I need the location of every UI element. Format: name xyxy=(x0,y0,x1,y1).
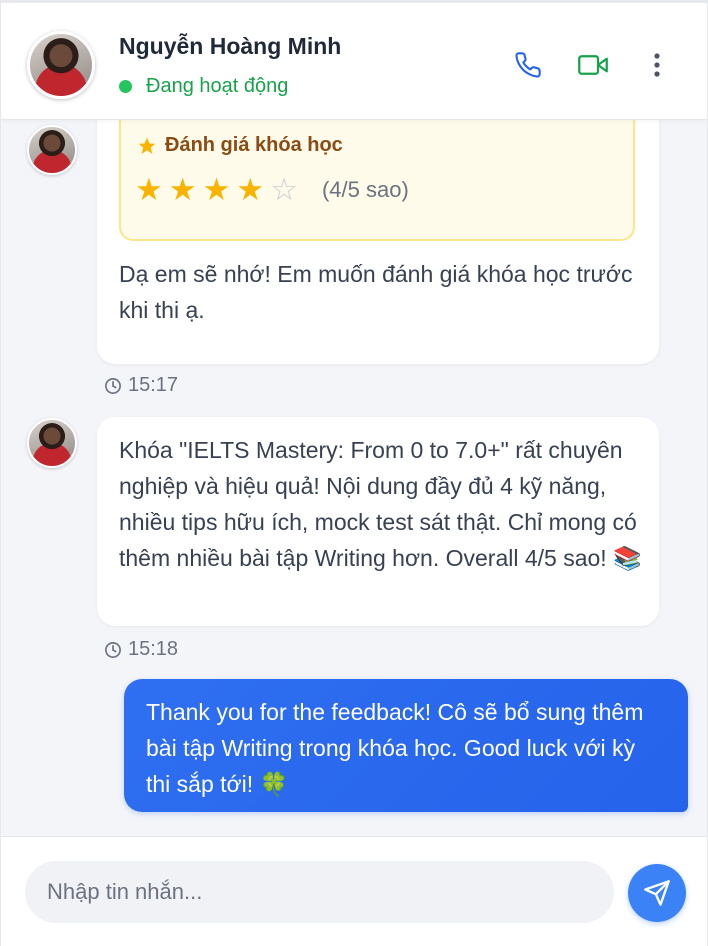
rating-title-text: Đánh giá khóa học xyxy=(165,134,343,156)
message-timestamp: 15:18 xyxy=(104,638,178,661)
message-avatar xyxy=(27,125,77,175)
message-avatar xyxy=(27,418,77,468)
chat-window: Nguyễn Hoàng Minh Đang hoạt động Đánh gi… xyxy=(0,0,708,946)
clock-icon xyxy=(105,377,121,394)
star-icon xyxy=(138,137,156,154)
status-text: Đang hoạt động xyxy=(146,75,289,97)
star-filled-icon: ★ xyxy=(202,172,231,208)
video-camera-icon xyxy=(578,55,608,75)
contact-name: Nguyễn Hoàng Minh xyxy=(119,33,342,59)
contact-avatar[interactable] xyxy=(27,31,95,99)
message-text: Khóa "IELTS Mastery: From 0 to 7.0+" rất… xyxy=(119,437,642,571)
timestamp-text: 15:17 xyxy=(128,374,179,396)
rating-score: (4/5 sao) xyxy=(321,177,409,202)
clock-icon xyxy=(105,641,121,658)
message-bubble: Đánh giá khóa học ★ ★ ★ ★ ☆ (4/5 sao) Dạ… xyxy=(97,120,659,364)
star-rating: ★ ★ ★ ★ ☆ (4/5 sao) xyxy=(135,172,409,208)
star-filled-icon: ★ xyxy=(168,172,197,208)
rating-title: Đánh giá khóa học xyxy=(137,134,343,157)
message-list[interactable]: Đánh giá khóa học ★ ★ ★ ★ ☆ (4/5 sao) Dạ… xyxy=(1,120,707,836)
send-icon xyxy=(644,880,670,906)
message-text: Thank you for the feedback! Cô sẽ bổ sun… xyxy=(146,699,644,797)
call-button[interactable] xyxy=(511,48,545,82)
message-bubble: Khóa "IELTS Mastery: From 0 to 7.0+" rất… xyxy=(97,417,659,626)
star-filled-icon: ★ xyxy=(135,172,163,208)
message-text: Dạ em sẽ nhớ! Em muốn đánh giá khóa học … xyxy=(119,261,633,323)
course-rating-card: Đánh giá khóa học ★ ★ ★ ★ ☆ (4/5 sao) xyxy=(119,120,635,241)
chat-header: Nguyễn Hoàng Minh Đang hoạt động xyxy=(1,0,707,120)
message-input[interactable] xyxy=(25,861,614,923)
my-message-bubble: Thank you for the feedback! Cô sẽ bổ sun… xyxy=(124,679,688,812)
presence-status: Đang hoạt động xyxy=(119,75,288,98)
more-options-button[interactable] xyxy=(640,48,674,82)
message-composer xyxy=(1,836,707,946)
message-timestamp: 15:17 xyxy=(104,374,178,397)
more-vertical-icon xyxy=(654,53,660,77)
video-call-button[interactable] xyxy=(576,48,610,82)
phone-icon xyxy=(515,52,541,78)
online-dot-icon xyxy=(119,80,132,93)
star-filled-icon: ★ xyxy=(236,172,265,208)
send-button[interactable] xyxy=(628,864,686,922)
star-empty-icon: ☆ xyxy=(270,172,298,208)
timestamp-text: 15:18 xyxy=(128,638,179,660)
